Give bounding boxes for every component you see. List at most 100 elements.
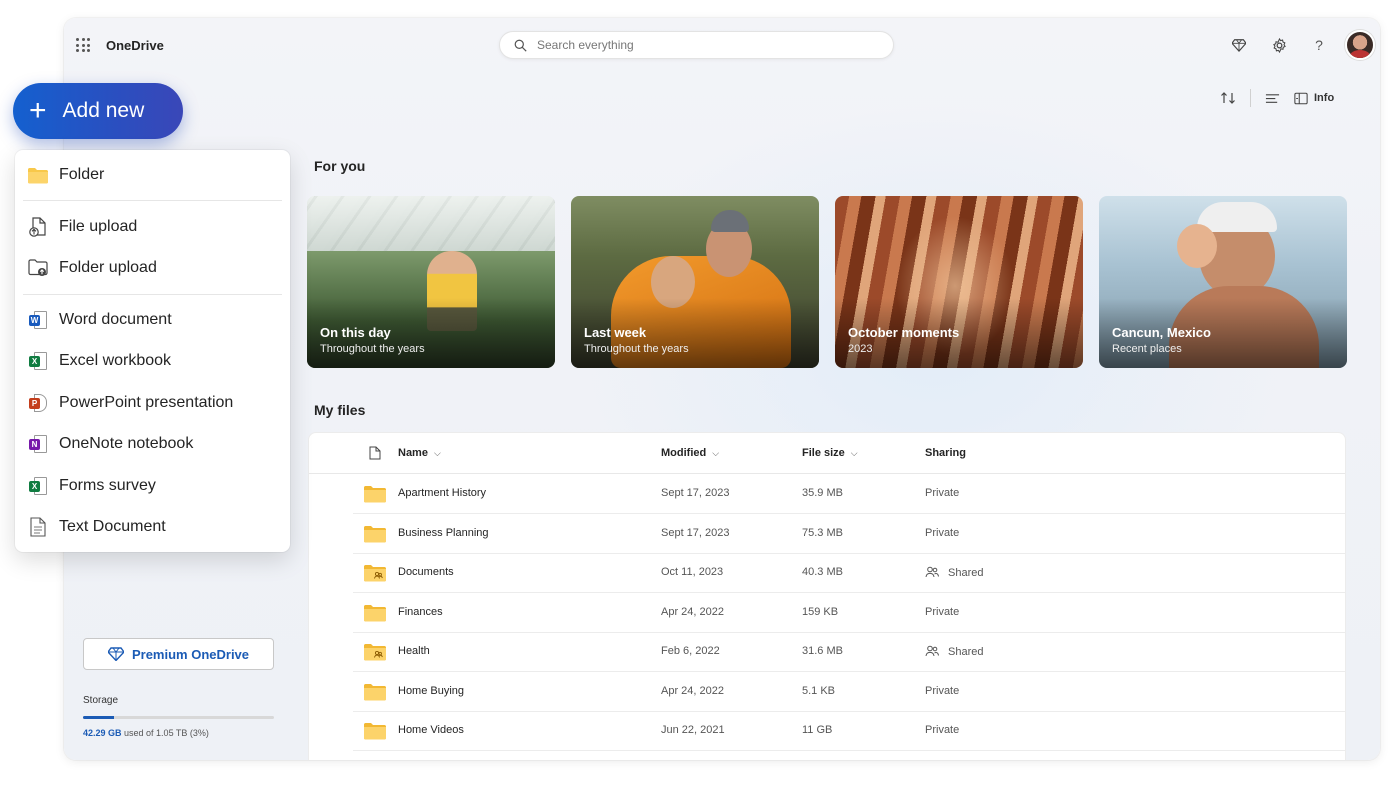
file-size: 35.9 MB xyxy=(802,487,843,499)
premium-onedrive-button[interactable]: Premium OneDrive xyxy=(83,638,274,670)
file-sharing: Shared xyxy=(925,645,983,658)
file-sharing: Private xyxy=(925,685,959,697)
card-subtitle: Throughout the years xyxy=(320,343,425,355)
table-row[interactable]: Finances Apr 24, 2022 159 KB Private xyxy=(353,593,1345,633)
diamond-icon xyxy=(107,647,124,661)
shared-folder-icon xyxy=(364,644,386,661)
table-row[interactable]: Apartment History Sept 17, 2023 35.9 MB Pri… xyxy=(353,474,1345,514)
menu-item-file-upload[interactable]: File upload xyxy=(15,208,290,246)
file-size: 5.1 KB xyxy=(802,684,836,697)
menu-item-label: Forms survey xyxy=(59,477,156,494)
table-row[interactable]: Documents Oct 11, 2023 40.3 MB Shared xyxy=(353,553,1345,593)
sort-icon[interactable] xyxy=(1220,90,1236,106)
premium-diamond-icon[interactable] xyxy=(1230,36,1248,54)
menu-item-label: Text Document xyxy=(59,518,166,535)
avatar[interactable] xyxy=(1345,30,1375,60)
my-files-title: My files xyxy=(314,402,366,418)
storage-label[interactable]: Storage xyxy=(83,695,118,706)
column-header-sharing[interactable]: Sharing xyxy=(925,447,966,459)
file-sharing: Private xyxy=(925,527,959,539)
file-modified: Apr 24, 2022 xyxy=(661,684,724,697)
card-title: On this day xyxy=(320,325,391,340)
sharing-label: Private xyxy=(925,487,960,499)
search-input[interactable] xyxy=(537,38,867,52)
file-size: 31.6 MB xyxy=(802,645,843,657)
info-label: Info xyxy=(1314,92,1335,104)
menu-divider xyxy=(23,294,282,295)
menu-item-label: Word document xyxy=(59,311,172,328)
menu-item-label: OneNote notebook xyxy=(59,435,194,452)
text-document-icon xyxy=(27,516,49,538)
app-title[interactable]: OneDrive xyxy=(106,38,164,53)
menu-item-onenote-notebook[interactable]: N OneNote notebook xyxy=(15,425,290,463)
folder-icon xyxy=(364,723,386,740)
info-button[interactable]: Info xyxy=(1294,92,1334,105)
file-name[interactable]: Business Planning xyxy=(398,527,489,539)
file-name[interactable]: Finances xyxy=(398,606,443,618)
shared-people-icon xyxy=(925,645,939,657)
file-name[interactable]: Apartment History xyxy=(398,487,486,499)
menu-item-folder-upload[interactable]: Folder upload xyxy=(15,249,290,287)
toolbar-divider xyxy=(1250,89,1251,107)
app-launcher-icon[interactable] xyxy=(76,38,90,52)
file-size: 75.3 MB xyxy=(802,526,843,539)
file-size: 40.3 MB xyxy=(802,566,843,578)
shared-folder-icon xyxy=(364,565,386,582)
menu-item-forms-survey[interactable]: X Forms survey xyxy=(15,467,290,505)
menu-item-word-document[interactable]: W Word document xyxy=(15,301,290,339)
file-type-icon[interactable] xyxy=(369,446,381,460)
folder-icon xyxy=(364,604,386,621)
column-header-file-size[interactable]: File size ⌵ xyxy=(802,447,858,459)
files-table: Name ⌵ Modified ⌵ File size ⌵ Sharing Apart… xyxy=(308,432,1346,760)
menu-item-text-document[interactable]: Text Document xyxy=(15,508,290,546)
menu-item-excel-workbook[interactable]: X Excel workbook xyxy=(15,342,290,380)
card-last-week[interactable]: Last week Throughout the years xyxy=(571,196,819,368)
for-you-title: For you xyxy=(314,158,366,174)
search-box[interactable] xyxy=(499,31,894,59)
folder-icon xyxy=(364,525,386,542)
menu-item-folder[interactable]: Folder xyxy=(15,156,290,194)
file-modified: Feb 6, 2022 xyxy=(661,645,720,657)
file-modified: Sept 17, 2023 xyxy=(661,526,730,539)
card-cancun-mexico[interactable]: Cancun, Mexico Recent places xyxy=(1099,196,1347,368)
file-name[interactable]: Documents xyxy=(398,566,454,578)
table-row[interactable]: Home Buying Apr 24, 2022 5.1 KB Private xyxy=(353,672,1345,712)
chevron-down-icon: ⌵ xyxy=(850,447,858,458)
menu-item-powerpoint-presentation[interactable]: P PowerPoint presentation xyxy=(15,384,290,422)
table-row[interactable]: Business Planning Sept 17, 2023 75.3 MB Pri… xyxy=(353,514,1345,554)
card-october-moments[interactable]: October moments 2023 xyxy=(835,196,1083,368)
card-on-this-day[interactable]: On this day Throughout the years xyxy=(307,196,555,368)
file-name[interactable]: Home Videos xyxy=(398,724,464,736)
chevron-down-icon: ⌵ xyxy=(712,447,720,458)
help-icon[interactable]: ? xyxy=(1310,36,1328,54)
add-new-label: Add new xyxy=(62,99,145,122)
table-row[interactable]: Health Feb 6, 2022 31.6 MB Shared xyxy=(353,632,1345,672)
storage-bar xyxy=(83,716,274,719)
word-icon: W xyxy=(27,309,49,331)
sharing-label: Private xyxy=(925,724,960,736)
menu-item-label: Folder upload xyxy=(59,259,157,276)
forms-icon: X xyxy=(27,475,49,497)
table-row[interactable]: Home Videos Jun 22, 2021 11 GB Private xyxy=(353,711,1345,751)
card-title: Cancun, Mexico xyxy=(1112,325,1211,340)
folder-icon xyxy=(364,683,386,700)
folder-icon xyxy=(364,486,386,503)
settings-gear-icon[interactable] xyxy=(1270,36,1288,54)
excel-icon: X xyxy=(27,350,49,372)
card-title: October moments xyxy=(848,325,960,340)
folder-icon xyxy=(27,164,49,186)
file-name[interactable]: Health xyxy=(398,645,430,657)
column-header-modified[interactable]: Modified ⌵ xyxy=(661,447,719,459)
add-new-button[interactable]: + Add new xyxy=(13,83,183,139)
table-header: Name ⌵ Modified ⌵ File size ⌵ Sharing xyxy=(309,433,1345,474)
view-options-icon[interactable] xyxy=(1265,91,1280,106)
file-name[interactable]: Home Buying xyxy=(398,685,464,697)
storage-used: 42.29 GB xyxy=(83,728,122,738)
card-title: Last week xyxy=(584,325,647,340)
storage-total: used of 1.05 TB (3%) xyxy=(121,728,209,738)
file-size: 11 GB xyxy=(802,724,833,736)
file-modified: Oct 11, 2023 xyxy=(661,566,724,578)
column-header-name[interactable]: Name ⌵ xyxy=(398,447,441,459)
view-toolbar: Info xyxy=(1220,88,1334,108)
onenote-icon: N xyxy=(27,433,49,455)
